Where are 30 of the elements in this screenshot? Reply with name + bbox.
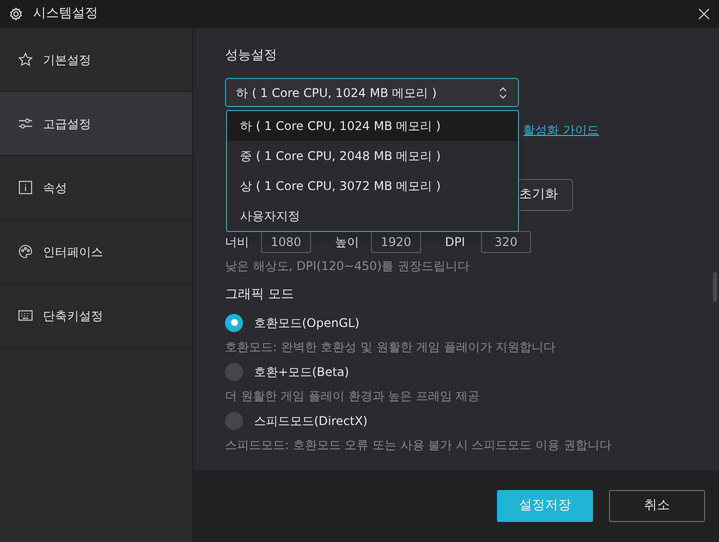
performance-select[interactable]: 하 ( 1 Core CPU, 1024 MB 메모리 ) (225, 78, 519, 107)
sliders-icon (18, 116, 33, 131)
guide-link[interactable]: 활성화 가이드 (523, 121, 599, 139)
palette-icon (18, 244, 33, 259)
section-heading: 성능설정 (225, 47, 278, 65)
info-icon (18, 180, 33, 195)
dropdown-option[interactable]: 하 ( 1 Core CPU, 1024 MB 메모리 ) (227, 111, 518, 141)
keyboard-icon (18, 308, 33, 323)
window-title: 시스템설정 (33, 5, 98, 24)
field-label: DPI (445, 234, 466, 251)
radio-label[interactable]: 호환+모드(Beta) (254, 362, 350, 380)
settings-icon (9, 7, 23, 21)
radio-button[interactable] (225, 314, 243, 332)
section-heading: 그래픽 모드 (225, 286, 296, 304)
radio-button[interactable] (225, 412, 243, 430)
description-text: 호환모드: 완벽한 호환성 및 원활한 게임 플레이가 지원합니다 (225, 339, 557, 356)
close-icon[interactable] (698, 8, 710, 20)
field-label: 너비 (225, 234, 250, 251)
sidebar-item[interactable]: 고급설정 (0, 92, 192, 156)
description-text: 더 원활한 게임 플레이 환경과 높은 프레임 제공 (225, 388, 481, 405)
radio-label[interactable]: 호환모드(OpenGL) (254, 314, 360, 332)
field-label: 높이 (335, 234, 360, 251)
star-icon (18, 52, 33, 67)
cancel-button[interactable]: 취소 (609, 490, 705, 522)
description-text: 스피드모드: 호환모드 오류 또는 사용 불가 시 스피드모드 이용 권합니다 (225, 437, 612, 454)
up-down-caret-icon (498, 86, 508, 100)
dropdown-option[interactable]: 중 ( 1 Core CPU, 2048 MB 메모리 ) (227, 141, 518, 171)
radio-label[interactable]: 스피드모드(DirectX) (254, 412, 368, 430)
hint-text: 낮은 해상도, DPI(120~450)를 권장드립니다 (225, 258, 470, 275)
radio-button[interactable] (225, 362, 243, 380)
